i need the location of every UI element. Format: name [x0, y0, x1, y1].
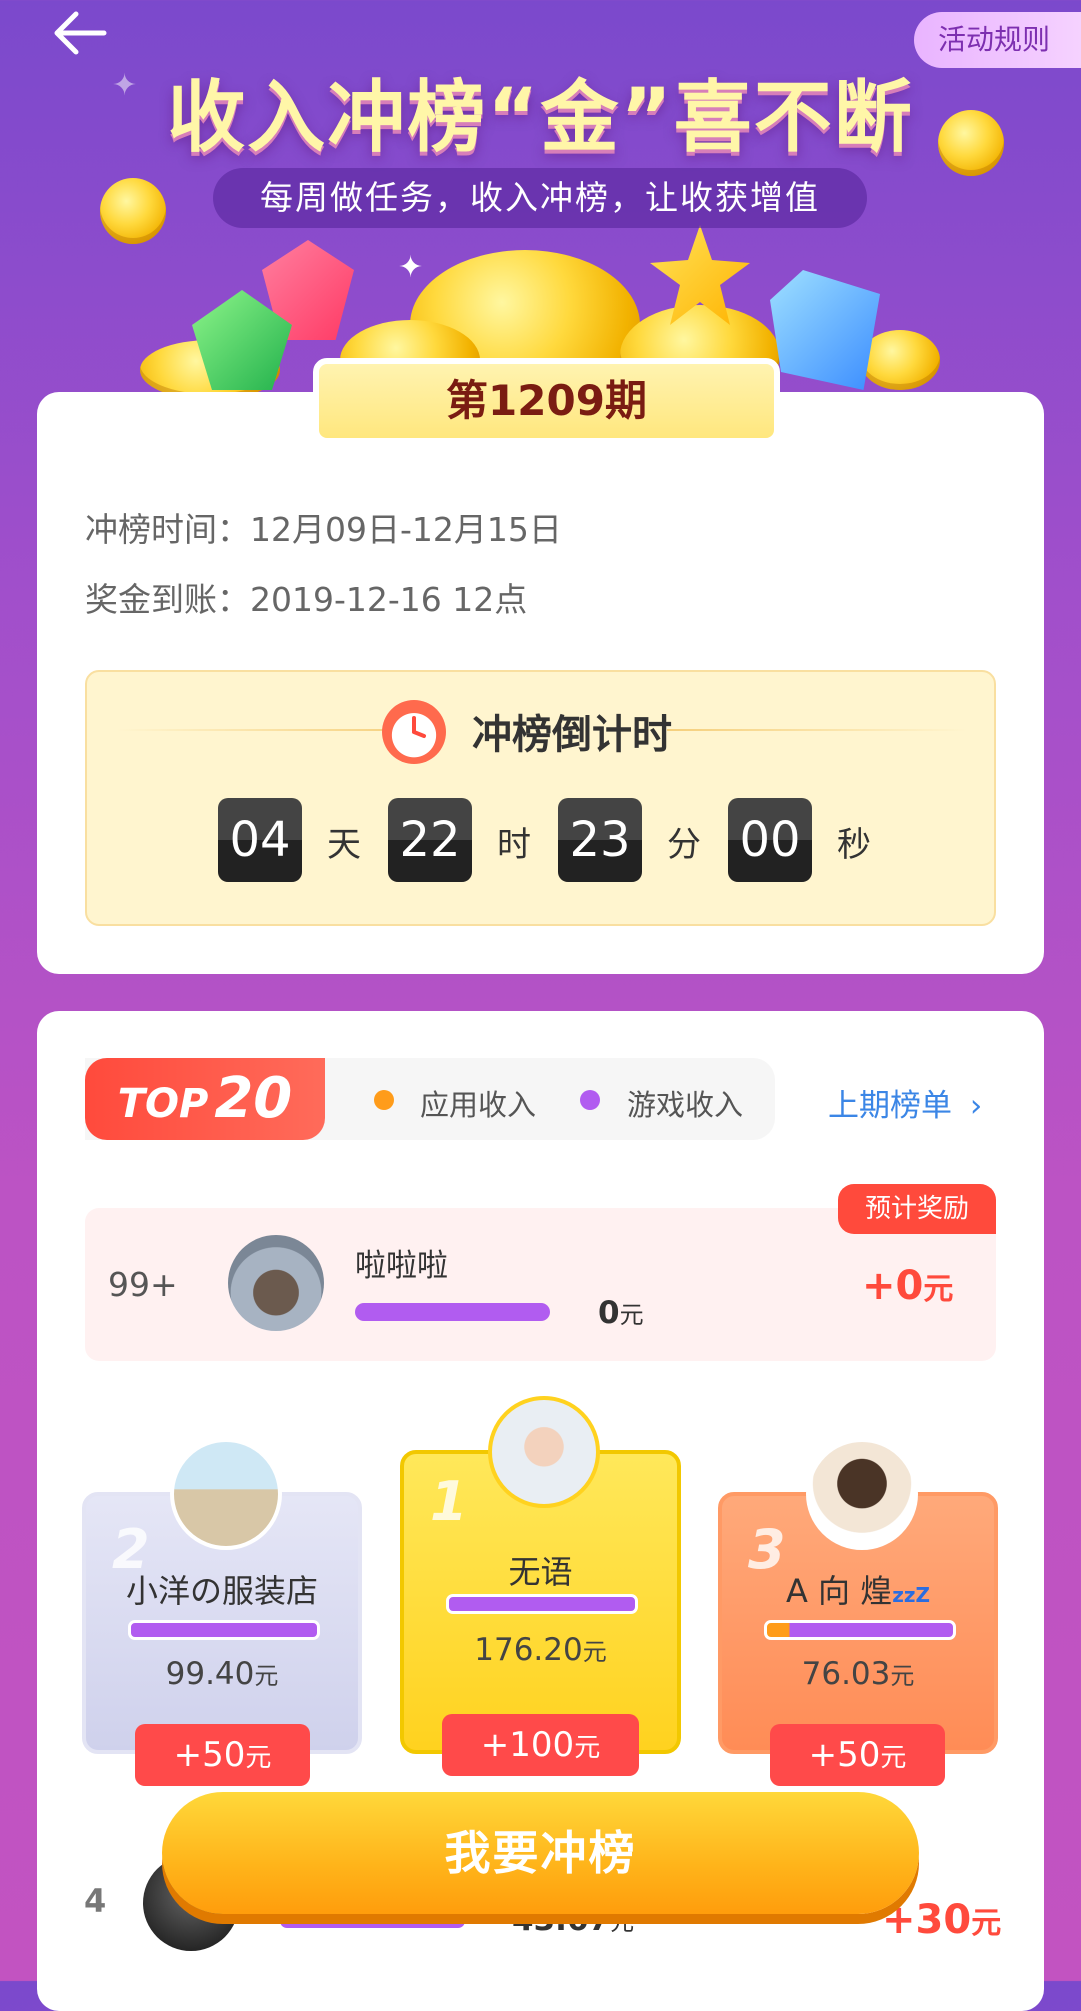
- podium-third-reward: +50元: [770, 1724, 945, 1786]
- my-amount: 0元: [598, 1295, 644, 1331]
- podium-name: 无语: [508, 1553, 573, 1591]
- days-digit: 04: [218, 798, 302, 882]
- hours-unit: 时: [497, 825, 531, 865]
- hours-digit: 22: [388, 798, 472, 882]
- sparkle-icon: ✦: [398, 250, 424, 285]
- divider: [117, 729, 417, 731]
- podium-third-avatar: [806, 1438, 918, 1550]
- podium-name: 小洋の服装店: [125, 1572, 318, 1610]
- income-bar: [446, 1594, 638, 1614]
- previous-ranking-link[interactable]: 上期榜单 ›: [828, 1080, 982, 1125]
- seconds-unit: 秒: [837, 825, 871, 865]
- minutes-unit: 分: [667, 825, 701, 865]
- podium-name: A 向 煌zzZ: [785, 1572, 931, 1610]
- period-badge: 第1209期: [313, 358, 780, 444]
- countdown-box: 冲榜倒计时 04 天 22 时 23 分 00 秒: [85, 670, 996, 926]
- my-avatar: [228, 1235, 324, 1331]
- podium-amount: 99.40元: [165, 1656, 279, 1692]
- podium-first-reward: +100元: [442, 1714, 639, 1776]
- fourth-reward: +30元: [882, 1897, 1002, 1943]
- top-number: 20: [214, 1066, 293, 1131]
- divider: [667, 729, 967, 731]
- previous-ranking-label: 上期榜单: [828, 1088, 952, 1124]
- countdown-title: 冲榜倒计时: [472, 712, 672, 758]
- arrow-left-icon: [54, 11, 107, 55]
- fourth-rank: 4: [84, 1882, 107, 1920]
- podium-second-avatar: [170, 1438, 282, 1550]
- podium-second-reward: +50元: [135, 1724, 310, 1786]
- top-badge: TOP 20: [85, 1058, 325, 1140]
- my-name: 啦啦啦: [355, 1248, 448, 1284]
- podium-amount: 76.03元: [801, 1656, 915, 1692]
- top-label: TOP: [117, 1081, 209, 1127]
- app-income-dot: [374, 1090, 394, 1110]
- game-income-dot: [580, 1090, 600, 1110]
- days-unit: 天: [327, 825, 361, 865]
- payout-label: 奖金到账：: [85, 580, 250, 619]
- my-reward: +0元: [862, 1263, 954, 1309]
- chevron-right-icon: ›: [969, 1088, 983, 1124]
- income-bar: [128, 1620, 320, 1640]
- minutes-digit: 23: [558, 798, 642, 882]
- podium-first-avatar: [488, 1396, 600, 1508]
- estimated-reward-badge: 预计奖励: [838, 1184, 996, 1234]
- game-income-legend: 游戏收入: [627, 1088, 744, 1122]
- rank-number: 1: [430, 1470, 468, 1533]
- app-income-legend: 应用收入: [420, 1088, 537, 1122]
- hero-title: 收入冲榜“金”喜不断: [167, 73, 914, 163]
- podium-amount: 176.20元: [474, 1632, 607, 1668]
- income-bar: [764, 1620, 956, 1640]
- rank-time-line: 冲榜时间：12月09日-12月15日: [85, 503, 562, 551]
- alarm-clock-icon: [382, 700, 446, 764]
- hero-subtitle: 每周做任务，收入冲榜，让收获增值: [213, 168, 867, 228]
- coin-decoration: [100, 178, 166, 244]
- rank-time-label: 冲榜时间：: [85, 510, 250, 549]
- payout-time-line: 奖金到账：2019-12-16 12点: [85, 573, 527, 621]
- payout-value: 2019-12-16 12点: [250, 580, 528, 619]
- join-ranking-button[interactable]: 我要冲榜: [162, 1792, 919, 1914]
- my-income-bar: [355, 1303, 550, 1321]
- seconds-digit: 00: [728, 798, 812, 882]
- rank-time-value: 12月09日-12月15日: [250, 510, 562, 549]
- my-rank: 99+: [108, 1265, 178, 1304]
- fourth-income-bar: [280, 1912, 465, 1928]
- blue-gem-decoration: [770, 270, 880, 390]
